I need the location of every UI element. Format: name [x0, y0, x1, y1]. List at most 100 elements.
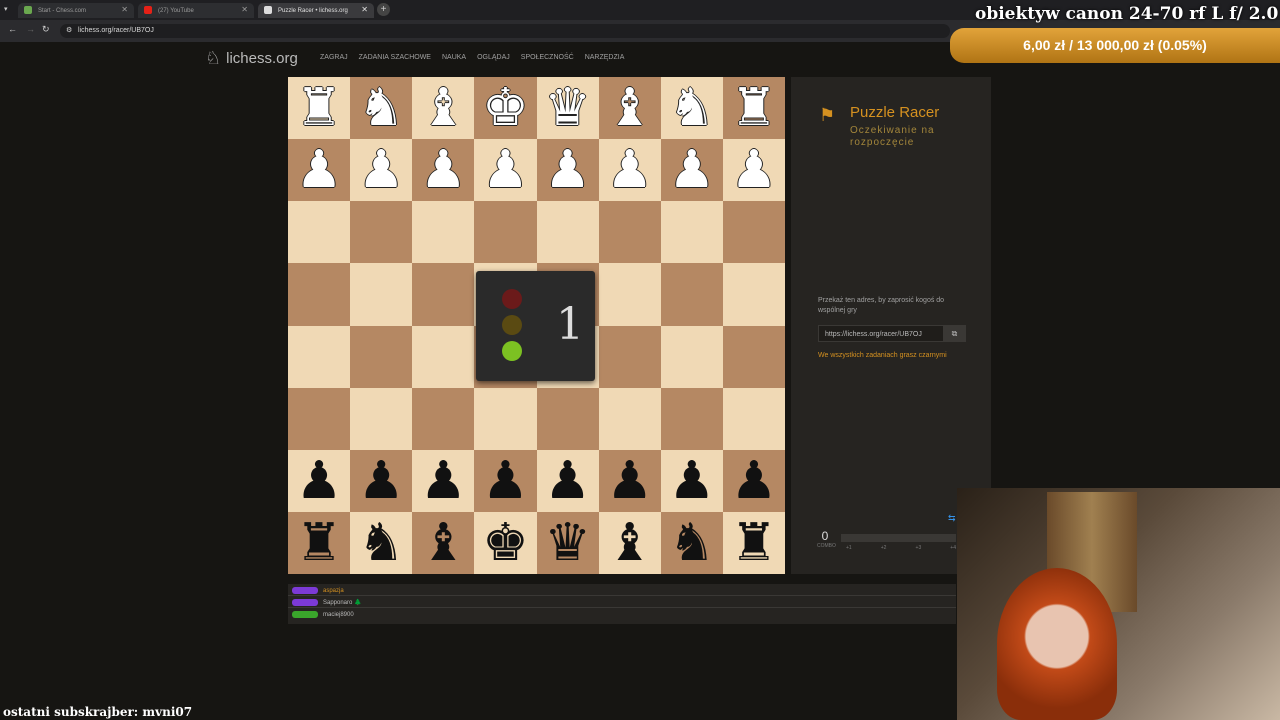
nav-puzzles[interactable]: ZADANIA SZACHOWE [359, 54, 431, 61]
chess-piece[interactable]: ♞ [358, 82, 405, 134]
board-square[interactable] [536, 201, 599, 264]
board-square[interactable]: ♟ [722, 449, 785, 512]
board-square[interactable] [660, 201, 723, 264]
chess-piece[interactable]: ♞ [669, 517, 716, 569]
chess-piece[interactable]: ♟ [296, 455, 343, 507]
board-square[interactable]: ♟ [288, 449, 351, 512]
board-square[interactable] [722, 387, 785, 450]
chess-piece[interactable]: ♛ [544, 82, 591, 134]
board-square[interactable]: ♚ [474, 77, 537, 140]
board-square[interactable] [350, 387, 413, 450]
board-square[interactable] [288, 325, 351, 388]
board-square[interactable]: ♟ [722, 139, 785, 202]
close-icon[interactable]: ✕ [361, 5, 368, 14]
board-square[interactable]: ♚ [474, 511, 537, 574]
chess-piece[interactable]: ♟ [606, 144, 653, 196]
board-square[interactable]: ♟ [474, 139, 537, 202]
board-square[interactable] [412, 201, 475, 264]
board-square[interactable] [412, 387, 475, 450]
chess-piece[interactable]: ♟ [482, 144, 529, 196]
board-square[interactable] [722, 263, 785, 326]
board-square[interactable]: ♟ [598, 139, 661, 202]
board-square[interactable]: ♟ [350, 139, 413, 202]
forward-arrow-icon[interactable]: → [26, 24, 35, 34]
chess-piece[interactable]: ♜ [731, 82, 778, 134]
board-square[interactable]: ♝ [598, 511, 661, 574]
board-square[interactable]: ♟ [536, 139, 599, 202]
board-square[interactable]: ♛ [536, 511, 599, 574]
board-square[interactable]: ♜ [722, 77, 785, 140]
board-square[interactable] [598, 387, 661, 450]
nav-play[interactable]: ZAGRAJ [320, 54, 348, 61]
board-square[interactable]: ♛ [536, 77, 599, 140]
tab-youtube[interactable]: (27) YouTube ✕ [138, 3, 254, 18]
board-square[interactable] [412, 263, 475, 326]
reload-icon[interactable]: ↻ [42, 24, 50, 35]
swap-icon[interactable]: ⇆ [948, 513, 956, 524]
board-square[interactable] [660, 263, 723, 326]
chess-piece[interactable]: ♟ [731, 455, 778, 507]
nav-learn[interactable]: NAUKA [442, 54, 466, 61]
invite-url-input[interactable]: https://lichess.org/racer/UB7OJ [818, 325, 958, 342]
board-square[interactable]: ♟ [536, 449, 599, 512]
chess-piece[interactable]: ♜ [296, 517, 343, 569]
board-square[interactable]: ♟ [412, 139, 475, 202]
board-square[interactable] [598, 201, 661, 264]
copy-url-button[interactable]: ⧉ [943, 325, 966, 342]
board-square[interactable] [660, 325, 723, 388]
board-square[interactable] [598, 263, 661, 326]
board-square[interactable] [350, 325, 413, 388]
board-square[interactable] [412, 325, 475, 388]
chess-piece[interactable]: ♜ [296, 82, 343, 134]
tab-puzzle-racer[interactable]: Puzzle Racer • lichess.org ✕ [258, 3, 374, 18]
board-square[interactable]: ♟ [288, 139, 351, 202]
board-square[interactable]: ♝ [412, 77, 475, 140]
board-square[interactable] [474, 387, 537, 450]
chess-piece[interactable]: ♞ [358, 517, 405, 569]
board-square[interactable]: ♝ [412, 511, 475, 574]
chess-piece[interactable]: ♟ [731, 144, 778, 196]
close-icon[interactable]: ✕ [121, 5, 128, 14]
close-icon[interactable]: ✕ [241, 5, 248, 14]
board-square[interactable] [598, 325, 661, 388]
board-square[interactable] [288, 263, 351, 326]
url-field[interactable]: ⚙ lichess.org/racer/UB7OJ [60, 24, 950, 38]
nav-watch[interactable]: OGLĄDAJ [477, 54, 510, 61]
board-square[interactable]: ♜ [288, 77, 351, 140]
board-square[interactable]: ♞ [660, 511, 723, 574]
board-square[interactable] [350, 263, 413, 326]
chess-piece[interactable]: ♝ [420, 517, 467, 569]
board-square[interactable] [288, 201, 351, 264]
back-arrow-icon[interactable]: ← [8, 24, 17, 34]
chess-piece[interactable]: ♟ [420, 144, 467, 196]
board-square[interactable]: ♜ [722, 511, 785, 574]
chess-piece[interactable]: ♟ [358, 144, 405, 196]
board-square[interactable]: ♟ [412, 449, 475, 512]
chess-piece[interactable]: ♟ [420, 455, 467, 507]
chess-piece[interactable]: ♝ [420, 82, 467, 134]
tab-search-icon[interactable]: ▾ [4, 5, 8, 13]
board-square[interactable]: ♜ [288, 511, 351, 574]
board-square[interactable]: ♟ [350, 449, 413, 512]
chess-piece[interactable]: ♚ [482, 82, 529, 134]
chess-piece[interactable]: ♝ [606, 517, 653, 569]
chess-piece[interactable]: ♞ [669, 82, 716, 134]
chess-piece[interactable]: ♝ [606, 82, 653, 134]
chess-piece[interactable]: ♟ [358, 455, 405, 507]
board-square[interactable] [536, 387, 599, 450]
board-square[interactable]: ♞ [660, 77, 723, 140]
chess-piece[interactable]: ♟ [482, 455, 529, 507]
board-square[interactable]: ♞ [350, 511, 413, 574]
board-square[interactable] [722, 325, 785, 388]
board-square[interactable] [722, 201, 785, 264]
board-square[interactable]: ♟ [598, 449, 661, 512]
board-square[interactable]: ♟ [474, 449, 537, 512]
board-square[interactable] [660, 387, 723, 450]
chess-piece[interactable]: ♛ [544, 517, 591, 569]
board-square[interactable] [350, 201, 413, 264]
nav-tools[interactable]: NARZĘDZIA [585, 54, 625, 61]
board-square[interactable]: ♝ [598, 77, 661, 140]
board-square[interactable]: ♟ [660, 139, 723, 202]
chess-piece[interactable]: ♟ [606, 455, 653, 507]
board-square[interactable]: ♞ [350, 77, 413, 140]
